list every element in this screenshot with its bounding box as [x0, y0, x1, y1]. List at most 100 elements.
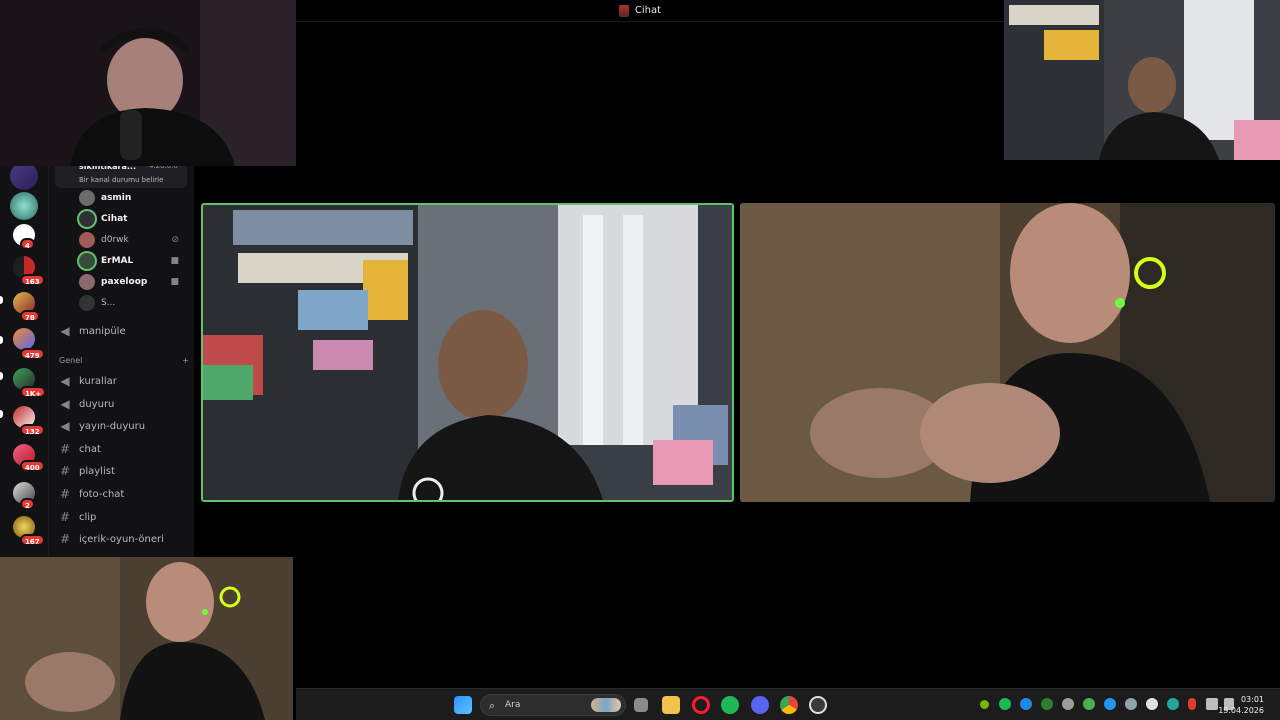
voice-user-name: ErMAL	[101, 256, 134, 266]
camera-icon: ■	[170, 277, 179, 287]
voice-user-name: Cihat	[101, 214, 128, 224]
channel-kurallar[interactable]: ◀ kurallar	[59, 371, 189, 391]
voice-user-name: S...	[101, 298, 116, 308]
server-badge: 4	[20, 238, 35, 250]
server-badge: 78	[20, 310, 40, 322]
voice-user[interactable]: S...	[79, 293, 189, 313]
channel-label: clip	[79, 511, 97, 523]
status-tray-icon[interactable]	[1041, 698, 1053, 710]
channel-foto-chat[interactable]: # foto-chat	[59, 484, 189, 504]
voice-user[interactable]: d0rwk ⊘	[79, 230, 189, 250]
hash-icon: #	[59, 487, 71, 501]
channel-chat[interactable]: # chat	[59, 439, 189, 459]
task-view-icon[interactable]	[634, 698, 648, 712]
server-badge: 2	[20, 498, 35, 510]
voice-channel-manipule[interactable]: ◀ manipüle	[59, 321, 189, 341]
voice-user[interactable]: Cihat	[79, 209, 189, 229]
voice-user[interactable]: ErMAL ■	[79, 251, 189, 271]
server-badge: 167	[20, 534, 45, 546]
video-tile-ermal[interactable]	[740, 203, 1275, 502]
category-genel[interactable]: Genel +	[59, 356, 189, 365]
camera-icon: ■	[170, 256, 179, 266]
speaker-icon: ◀	[60, 324, 70, 338]
server-badge: 1K+	[20, 386, 47, 398]
server-icon[interactable]	[10, 162, 38, 190]
guest-webcam-2	[0, 557, 293, 720]
channel-label: chat	[79, 443, 101, 455]
avatar	[79, 274, 95, 290]
announcement-icon: ◀	[60, 374, 70, 388]
guest-webcam	[1004, 0, 1280, 160]
add-channel-icon[interactable]: +	[182, 356, 189, 365]
server-badge: 132	[20, 424, 45, 436]
user-avatar-icon	[618, 4, 629, 17]
avatar	[79, 190, 95, 206]
channel-label: manipüle	[79, 325, 126, 337]
channel-clip[interactable]: # clip	[59, 507, 189, 527]
discord-icon[interactable]	[751, 696, 769, 714]
server-rail: 4 163 78 479 1K+ 132 400 2 167	[0, 160, 48, 560]
unread-indicator	[0, 296, 3, 304]
play-tray-icon[interactable]	[1083, 698, 1095, 710]
channel-yayin-duyuru[interactable]: ◀ yayın-duyuru	[59, 416, 189, 436]
camera-feed	[0, 0, 296, 166]
server-icon[interactable]	[10, 192, 38, 220]
voice-user-name: d0rwk	[101, 235, 129, 245]
spotify-icon[interactable]	[721, 696, 739, 714]
avatar	[79, 295, 95, 311]
channel-label: foto-chat	[79, 488, 125, 500]
microphone-tray-icon[interactable]	[1188, 698, 1196, 710]
search-highlight-image	[591, 698, 621, 712]
search-icon: ⌕	[489, 699, 496, 712]
server-folder-icon[interactable]	[13, 328, 35, 350]
mic-muted-icon: ⊘	[171, 235, 179, 245]
channel-playlist[interactable]: # playlist	[59, 461, 189, 481]
camera-feed	[203, 205, 732, 500]
announcement-icon: ◀	[60, 419, 70, 433]
taskbar-search[interactable]: ⌕ Ara	[480, 694, 626, 716]
channel-label: içerik-oyun-öneri	[79, 533, 164, 545]
voice-user[interactable]: paxeloop ■	[79, 272, 189, 292]
taskbar-clock[interactable]: 03:01 19.04.2026	[1218, 694, 1264, 716]
network-tray-icon[interactable]	[1206, 698, 1218, 710]
channel-label: yayın-duyuru	[79, 420, 146, 432]
nvidia-tray-icon[interactable]	[980, 700, 989, 709]
voice-user-name: paxeloop	[101, 277, 148, 287]
clock-date: 19.04.2026	[1218, 706, 1264, 715]
obs-icon[interactable]	[809, 696, 827, 714]
category-label: Genel	[59, 356, 83, 365]
channel-label: playlist	[79, 465, 115, 477]
channel-icerik-oyun-oneri[interactable]: # içerik-oyun-öneri	[59, 529, 189, 549]
steam-tray-icon[interactable]	[1125, 698, 1137, 710]
camera-feed	[0, 557, 293, 720]
server-badge: 479	[20, 348, 45, 360]
hash-icon: #	[59, 510, 71, 524]
clock-time: 03:01	[1240, 695, 1264, 704]
video-tile-cihat[interactable]	[201, 203, 734, 502]
bluetooth-tray-icon[interactable]	[1020, 698, 1032, 710]
hash-icon: #	[59, 442, 71, 456]
unread-indicator	[0, 410, 3, 418]
hash-icon: #	[59, 464, 71, 478]
windows-start-icon[interactable]	[454, 696, 472, 714]
taskbar: ⌕ Ara 03:01 19.04.2026	[296, 688, 1280, 720]
spotify-tray-icon[interactable]	[999, 698, 1011, 710]
security-tray-icon[interactable]	[1167, 698, 1179, 710]
channel-sidebar: sıkıntıkara... 4.28.0.0 Bir kanal durumu…	[48, 160, 194, 560]
opera-icon[interactable]	[692, 696, 710, 714]
voice-user-name: asmin	[101, 193, 132, 203]
sync-tray-icon[interactable]	[1104, 698, 1116, 710]
channel-label: kurallar	[79, 375, 117, 387]
file-explorer-icon[interactable]	[662, 696, 680, 714]
app-tray-icon[interactable]	[1062, 698, 1074, 710]
channel-duyuru[interactable]: ◀ duyuru	[59, 394, 189, 414]
unread-indicator	[0, 336, 3, 344]
avatar	[79, 232, 95, 248]
status-prompt: Bir kanal durumu belirle	[79, 176, 164, 184]
hash-icon: #	[59, 532, 71, 546]
channel-label: duyuru	[79, 398, 115, 410]
app-tray-icon[interactable]	[1146, 698, 1158, 710]
voice-user[interactable]: asmin	[79, 188, 189, 208]
app-root: Cihat 4 163 78 479 1K+ 132 400 2 167 sık…	[0, 0, 1280, 720]
chrome-icon[interactable]	[780, 696, 798, 714]
